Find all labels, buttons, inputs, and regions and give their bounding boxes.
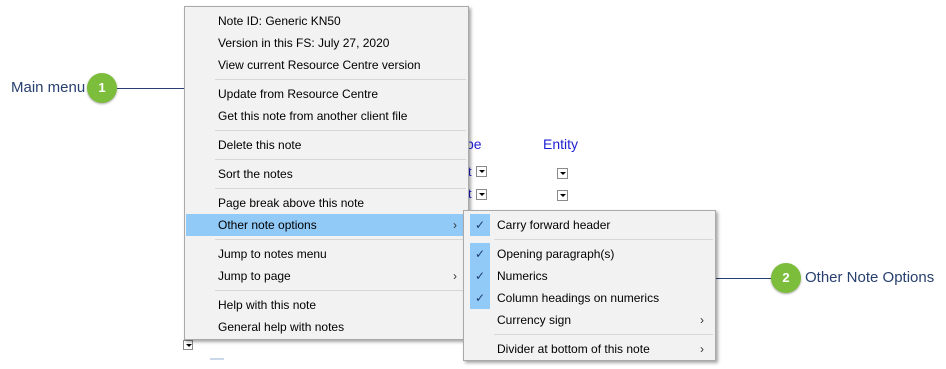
menu-item-delete-note[interactable]: Delete this note [186,134,467,156]
callout-badge-2: 2 [771,263,801,293]
menu-item-label: View current Resource Centre version [218,58,421,72]
menu-item-label: Opening paragraph(s) [497,247,615,261]
check-icon: ✓ [470,287,490,309]
menu-item-note-id[interactable]: Note ID: Generic KN50 [186,10,467,32]
menu-item-label: Column headings on numerics [497,291,660,305]
main-context-menu: Note ID: Generic KN50 Version in this FS… [184,6,469,340]
menu-item-general-help[interactable]: General help with notes [186,316,467,338]
callout-main-menu-label: Main menu [11,79,86,96]
callout-badge-1: 1 [87,73,117,103]
menu-item-help-this-note[interactable]: Help with this note [186,294,467,316]
menu-item-update-from-rc[interactable]: Update from Resource Centre [186,83,467,105]
menu-item-jump-to-page[interactable]: Jump to page › [186,265,467,287]
check-icon: ✓ [470,214,490,236]
menu-separator [215,79,466,80]
menu-item-sort-notes[interactable]: Sort the notes [186,163,467,185]
check-icon: ✓ [470,243,490,265]
entity-dropdown-2[interactable] [557,190,568,201]
menu-item-version[interactable]: Version in this FS: July 27, 2020 [186,32,467,54]
submenu-item-opening-paragraphs[interactable]: ✓ Opening paragraph(s) [465,243,714,265]
menu-item-jump-notes-menu[interactable]: Jump to notes menu [186,243,467,265]
type-dropdown-1[interactable] [476,166,487,177]
menu-item-label: Divider at bottom of this note [497,342,650,356]
menu-item-view-rc-version[interactable]: View current Resource Centre version [186,54,467,76]
menu-separator [215,239,466,240]
entity-dropdown-1[interactable] [557,168,568,179]
menu-item-label: Get this note from another client file [218,109,408,123]
submenu-item-carry-forward-header[interactable]: ✓ Carry forward header [465,214,714,236]
submenu-item-currency-sign[interactable]: Currency sign › [465,309,714,331]
chevron-right-icon: › [453,218,457,232]
other-note-options-submenu: ✓ Carry forward header ✓ Opening paragra… [463,210,716,361]
menu-item-label: Version in this FS: July 27, 2020 [218,36,390,50]
menu-item-label: Delete this note [218,138,302,152]
menu-item-get-from-client-file[interactable]: Get this note from another client file [186,105,467,127]
check-icon: ✓ [470,265,490,287]
column-header-entity: Entity [543,136,579,152]
menu-item-label: Jump to notes menu [218,247,327,261]
collapsed-expander[interactable] [183,340,193,350]
menu-separator [215,188,466,189]
menu-item-label: Note ID: Generic KN50 [218,14,341,28]
menu-item-label: Currency sign [497,313,572,327]
menu-separator [215,290,466,291]
type-dropdown-2[interactable] [476,189,487,200]
menu-item-label: General help with notes [218,320,345,334]
submenu-item-divider-bottom[interactable]: Divider at bottom of this note › [465,338,714,360]
menu-item-label: Page break above this note [218,196,365,210]
menu-item-label: Help with this note [218,298,317,312]
menu-item-label: Numerics [497,269,548,283]
submenu-item-numerics[interactable]: ✓ Numerics [465,265,714,287]
chevron-right-icon: › [453,269,457,283]
menu-separator [494,239,713,240]
menu-item-label: Other note options [218,218,317,232]
background-fragment [210,358,224,360]
menu-item-label: Carry forward header [497,218,611,232]
callout-leader-1 [117,88,185,89]
menu-separator [494,334,713,335]
menu-separator [215,159,466,160]
callout-other-note-options-label: Other Note Options [805,269,935,286]
callout-leader-2 [716,278,771,279]
menu-item-page-break[interactable]: Page break above this note [186,192,467,214]
menu-item-label: Sort the notes [218,167,293,181]
chevron-right-icon: › [700,342,704,356]
menu-item-label: Jump to page [218,269,291,283]
menu-item-other-note-options[interactable]: Other note options › [186,214,467,236]
submenu-item-column-headings[interactable]: ✓ Column headings on numerics [465,287,714,309]
menu-separator [215,130,466,131]
chevron-right-icon: › [700,313,704,327]
menu-item-label: Update from Resource Centre [218,87,379,101]
